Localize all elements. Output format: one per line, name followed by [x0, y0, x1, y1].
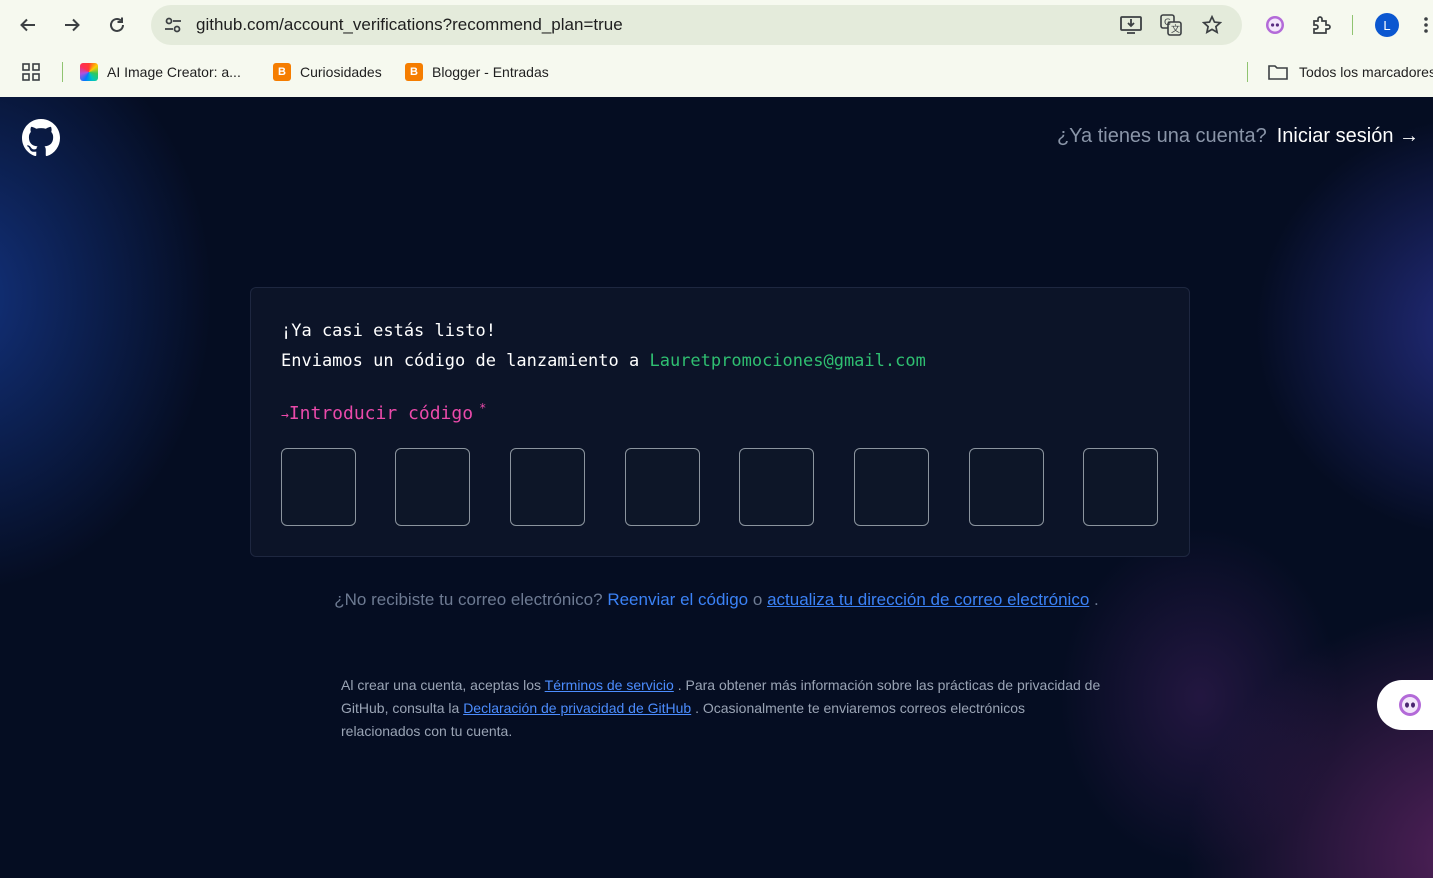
- bookmark-label: Curiosidades: [300, 64, 382, 80]
- card-title: ¡Ya casi estás listo!: [281, 321, 496, 341]
- code-digit-input-2[interactable]: [395, 448, 470, 526]
- url-text[interactable]: github.com/account_verifications?recomme…: [196, 15, 623, 35]
- forward-arrow-icon: [65, 18, 80, 32]
- recipient-email: Lauretpromociones@gmail.com: [649, 351, 926, 371]
- browser-menu-icon[interactable]: [1418, 12, 1433, 38]
- code-sent-message: Enviamos un código de lanzamiento a Laur…: [281, 351, 926, 371]
- terms-notice: Al crear una cuenta, aceptas los Término…: [341, 674, 1101, 743]
- terms-of-service-link[interactable]: Términos de servicio: [545, 677, 674, 693]
- blogger-icon: [273, 63, 291, 81]
- github-logo-icon[interactable]: [22, 119, 60, 157]
- folder-icon: [1268, 65, 1288, 80]
- bookmark-ai-image-creator[interactable]: AI Image Creator: a...: [80, 62, 241, 82]
- code-digit-input-3[interactable]: [510, 448, 585, 526]
- svg-text:文: 文: [1171, 23, 1180, 35]
- verification-card: ¡Ya casi estás listo! Enviamos un código…: [250, 287, 1190, 557]
- update-email-link[interactable]: actualiza tu dirección de correo electró…: [767, 590, 1089, 609]
- translate-icon[interactable]: G文: [1160, 14, 1182, 36]
- bookmark-label: Blogger - Entradas: [432, 64, 549, 80]
- bookmarks-divider: [1247, 62, 1248, 82]
- code-digit-input-1[interactable]: [281, 448, 356, 526]
- resend-question: ¿No recibiste tu correo electrónico?: [334, 590, 603, 609]
- address-bar[interactable]: github.com/account_verifications?recomme…: [151, 5, 1242, 45]
- privacy-statement-link[interactable]: Declaración de privacidad de GitHub: [463, 700, 691, 716]
- resend-prompt: ¿No recibiste tu correo electrónico? Ree…: [0, 590, 1433, 610]
- blogger-icon: [405, 63, 423, 81]
- bookmark-star-icon[interactable]: [1201, 14, 1223, 36]
- reload-icon: [110, 17, 124, 32]
- browser-chrome: github.com/account_verifications?recomme…: [0, 0, 1433, 97]
- resend-or: o: [752, 590, 763, 609]
- signin-link[interactable]: Iniciar sesión →: [1277, 125, 1419, 147]
- signin-question: ¿Ya tienes una cuenta?: [1056, 125, 1267, 147]
- extensions-puzzle-icon[interactable]: [1308, 12, 1334, 38]
- all-bookmarks-folder[interactable]: Todos los marcadores: [1268, 62, 1433, 82]
- code-digit-input-7[interactable]: [969, 448, 1044, 526]
- svg-text:G: G: [1164, 18, 1171, 28]
- bookmarks-divider: [62, 62, 63, 82]
- browser-toolbar: github.com/account_verifications?recomme…: [0, 0, 1433, 50]
- terms-text-1: Al crear una cuenta, aceptas los: [341, 677, 542, 693]
- all-bookmarks-label: Todos los marcadores: [1299, 64, 1433, 80]
- code-sent-text: Enviamos un código de lanzamiento a: [281, 351, 640, 371]
- forward-button[interactable]: [57, 10, 87, 40]
- resend-period: .: [1094, 590, 1099, 609]
- profile-avatar[interactable]: L: [1375, 13, 1399, 37]
- bookmark-label: AI Image Creator: a...: [107, 64, 241, 80]
- copilot-extension-icon[interactable]: [1262, 12, 1288, 38]
- copilot-icon: [1399, 694, 1421, 716]
- back-button[interactable]: [13, 10, 43, 40]
- required-indicator: *: [479, 401, 487, 415]
- bookmark-curiosidades[interactable]: Curiosidades: [273, 62, 382, 82]
- ai-image-creator-icon: [80, 63, 98, 81]
- code-digit-input-4[interactable]: [625, 448, 700, 526]
- code-digit-input-6[interactable]: [854, 448, 929, 526]
- apps-grid-icon[interactable]: [22, 62, 40, 82]
- bookmarks-bar: AI Image Creator: a... Curiosidades Blog…: [0, 50, 1433, 94]
- github-verification-page: ¿Ya tienes una cuenta? Iniciar sesión → ¡…: [0, 97, 1433, 878]
- bookmark-blogger-entradas[interactable]: Blogger - Entradas: [405, 62, 549, 82]
- arrow-right-icon: →: [281, 408, 289, 423]
- back-arrow-icon: [20, 18, 35, 32]
- site-settings-icon[interactable]: [163, 15, 183, 35]
- code-digit-input-8[interactable]: [1083, 448, 1158, 526]
- code-label-text: Introducir código: [288, 403, 474, 424]
- toolbar-divider: [1352, 15, 1353, 35]
- resend-code-link[interactable]: Reenviar el código: [607, 590, 748, 609]
- copilot-side-button[interactable]: [1377, 680, 1433, 730]
- code-digit-input-5[interactable]: [739, 448, 814, 526]
- install-app-icon[interactable]: [1120, 14, 1142, 36]
- code-input-label: →Introducir código *: [281, 401, 486, 424]
- reload-button[interactable]: [102, 10, 132, 40]
- signin-prompt: ¿Ya tienes una cuenta? Iniciar sesión →: [1057, 125, 1419, 148]
